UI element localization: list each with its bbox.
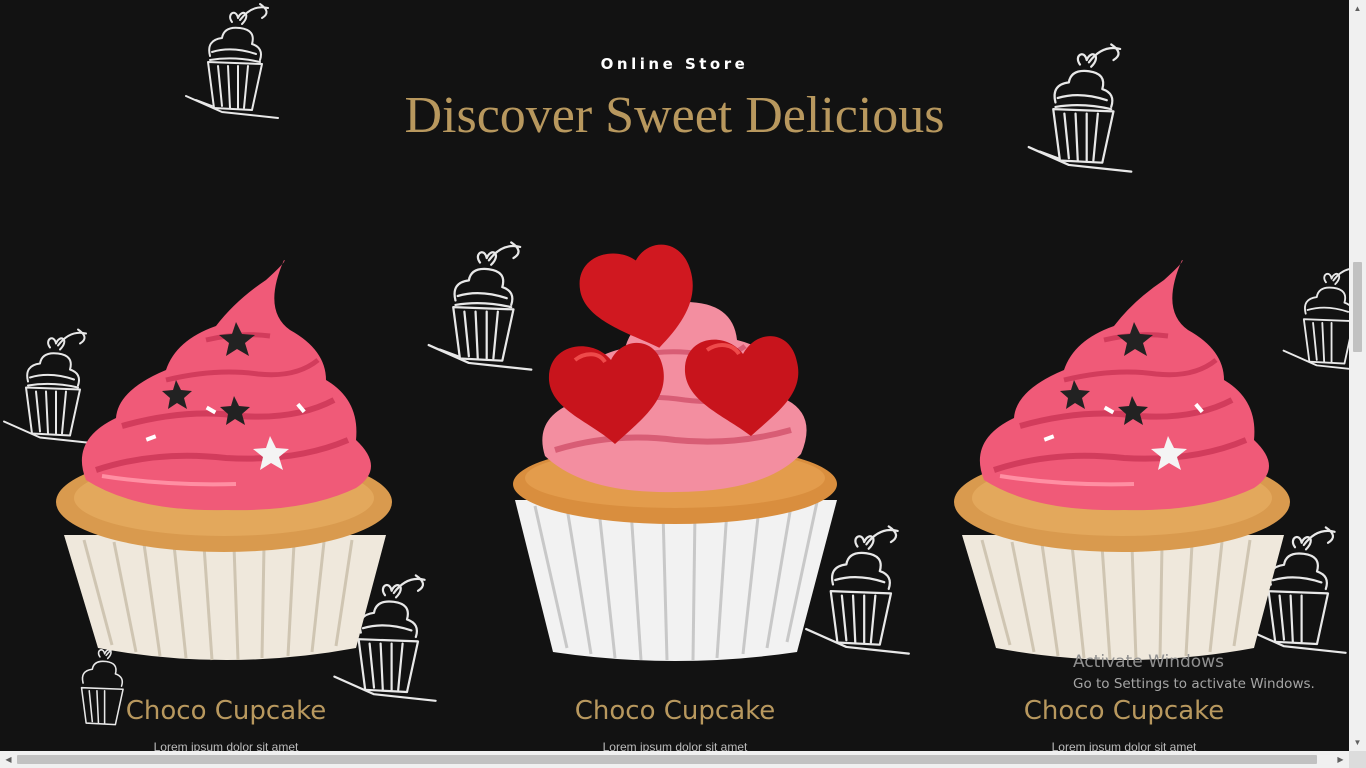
activation-watermark: Activate Windows Go to Settings to activ… xyxy=(1073,652,1315,692)
up-arrow-icon[interactable]: ▲ xyxy=(1349,0,1366,17)
cupcake-image xyxy=(26,240,426,680)
product-description: Lorem ipsum dolor sit amet xyxy=(602,740,748,751)
vertical-scroll-thumb[interactable] xyxy=(1353,262,1362,352)
watermark-title: Activate Windows xyxy=(1073,652,1224,672)
product-name[interactable]: Choco Cupcake xyxy=(475,696,875,726)
product-name[interactable]: Choco Cupcake xyxy=(26,696,426,726)
watermark-subtitle: Go to Settings to activate Windows. xyxy=(1073,676,1315,692)
cupcake-image xyxy=(475,240,875,680)
product-description: Lorem ipsum dolor sit amet xyxy=(1051,740,1197,751)
horizontal-scrollbar[interactable]: ◀ ▶ xyxy=(0,751,1349,768)
scrollbar-corner xyxy=(1349,751,1366,768)
page-title: Discover Sweet Delicious xyxy=(404,87,945,144)
cupcake-image xyxy=(924,240,1324,680)
eyebrow-label: Online Store xyxy=(600,55,749,73)
product-card[interactable]: Choco Cupcake Lorem ipsum dolor sit amet xyxy=(26,240,426,751)
vertical-scrollbar[interactable]: ▲ ▼ xyxy=(1349,0,1366,751)
page-viewport: Online Store Discover Sweet Delicious Ch… xyxy=(0,0,1349,751)
left-arrow-icon[interactable]: ◀ xyxy=(0,751,17,768)
product-description: Lorem ipsum dolor sit amet xyxy=(153,740,299,751)
product-card[interactable]: Choco Cupcake Lorem ipsum dolor sit amet xyxy=(475,240,875,751)
right-arrow-icon[interactable]: ▶ xyxy=(1332,751,1349,768)
down-arrow-icon[interactable]: ▼ xyxy=(1349,734,1366,751)
product-name[interactable]: Choco Cupcake xyxy=(924,696,1324,726)
horizontal-scroll-thumb[interactable] xyxy=(17,755,1317,764)
